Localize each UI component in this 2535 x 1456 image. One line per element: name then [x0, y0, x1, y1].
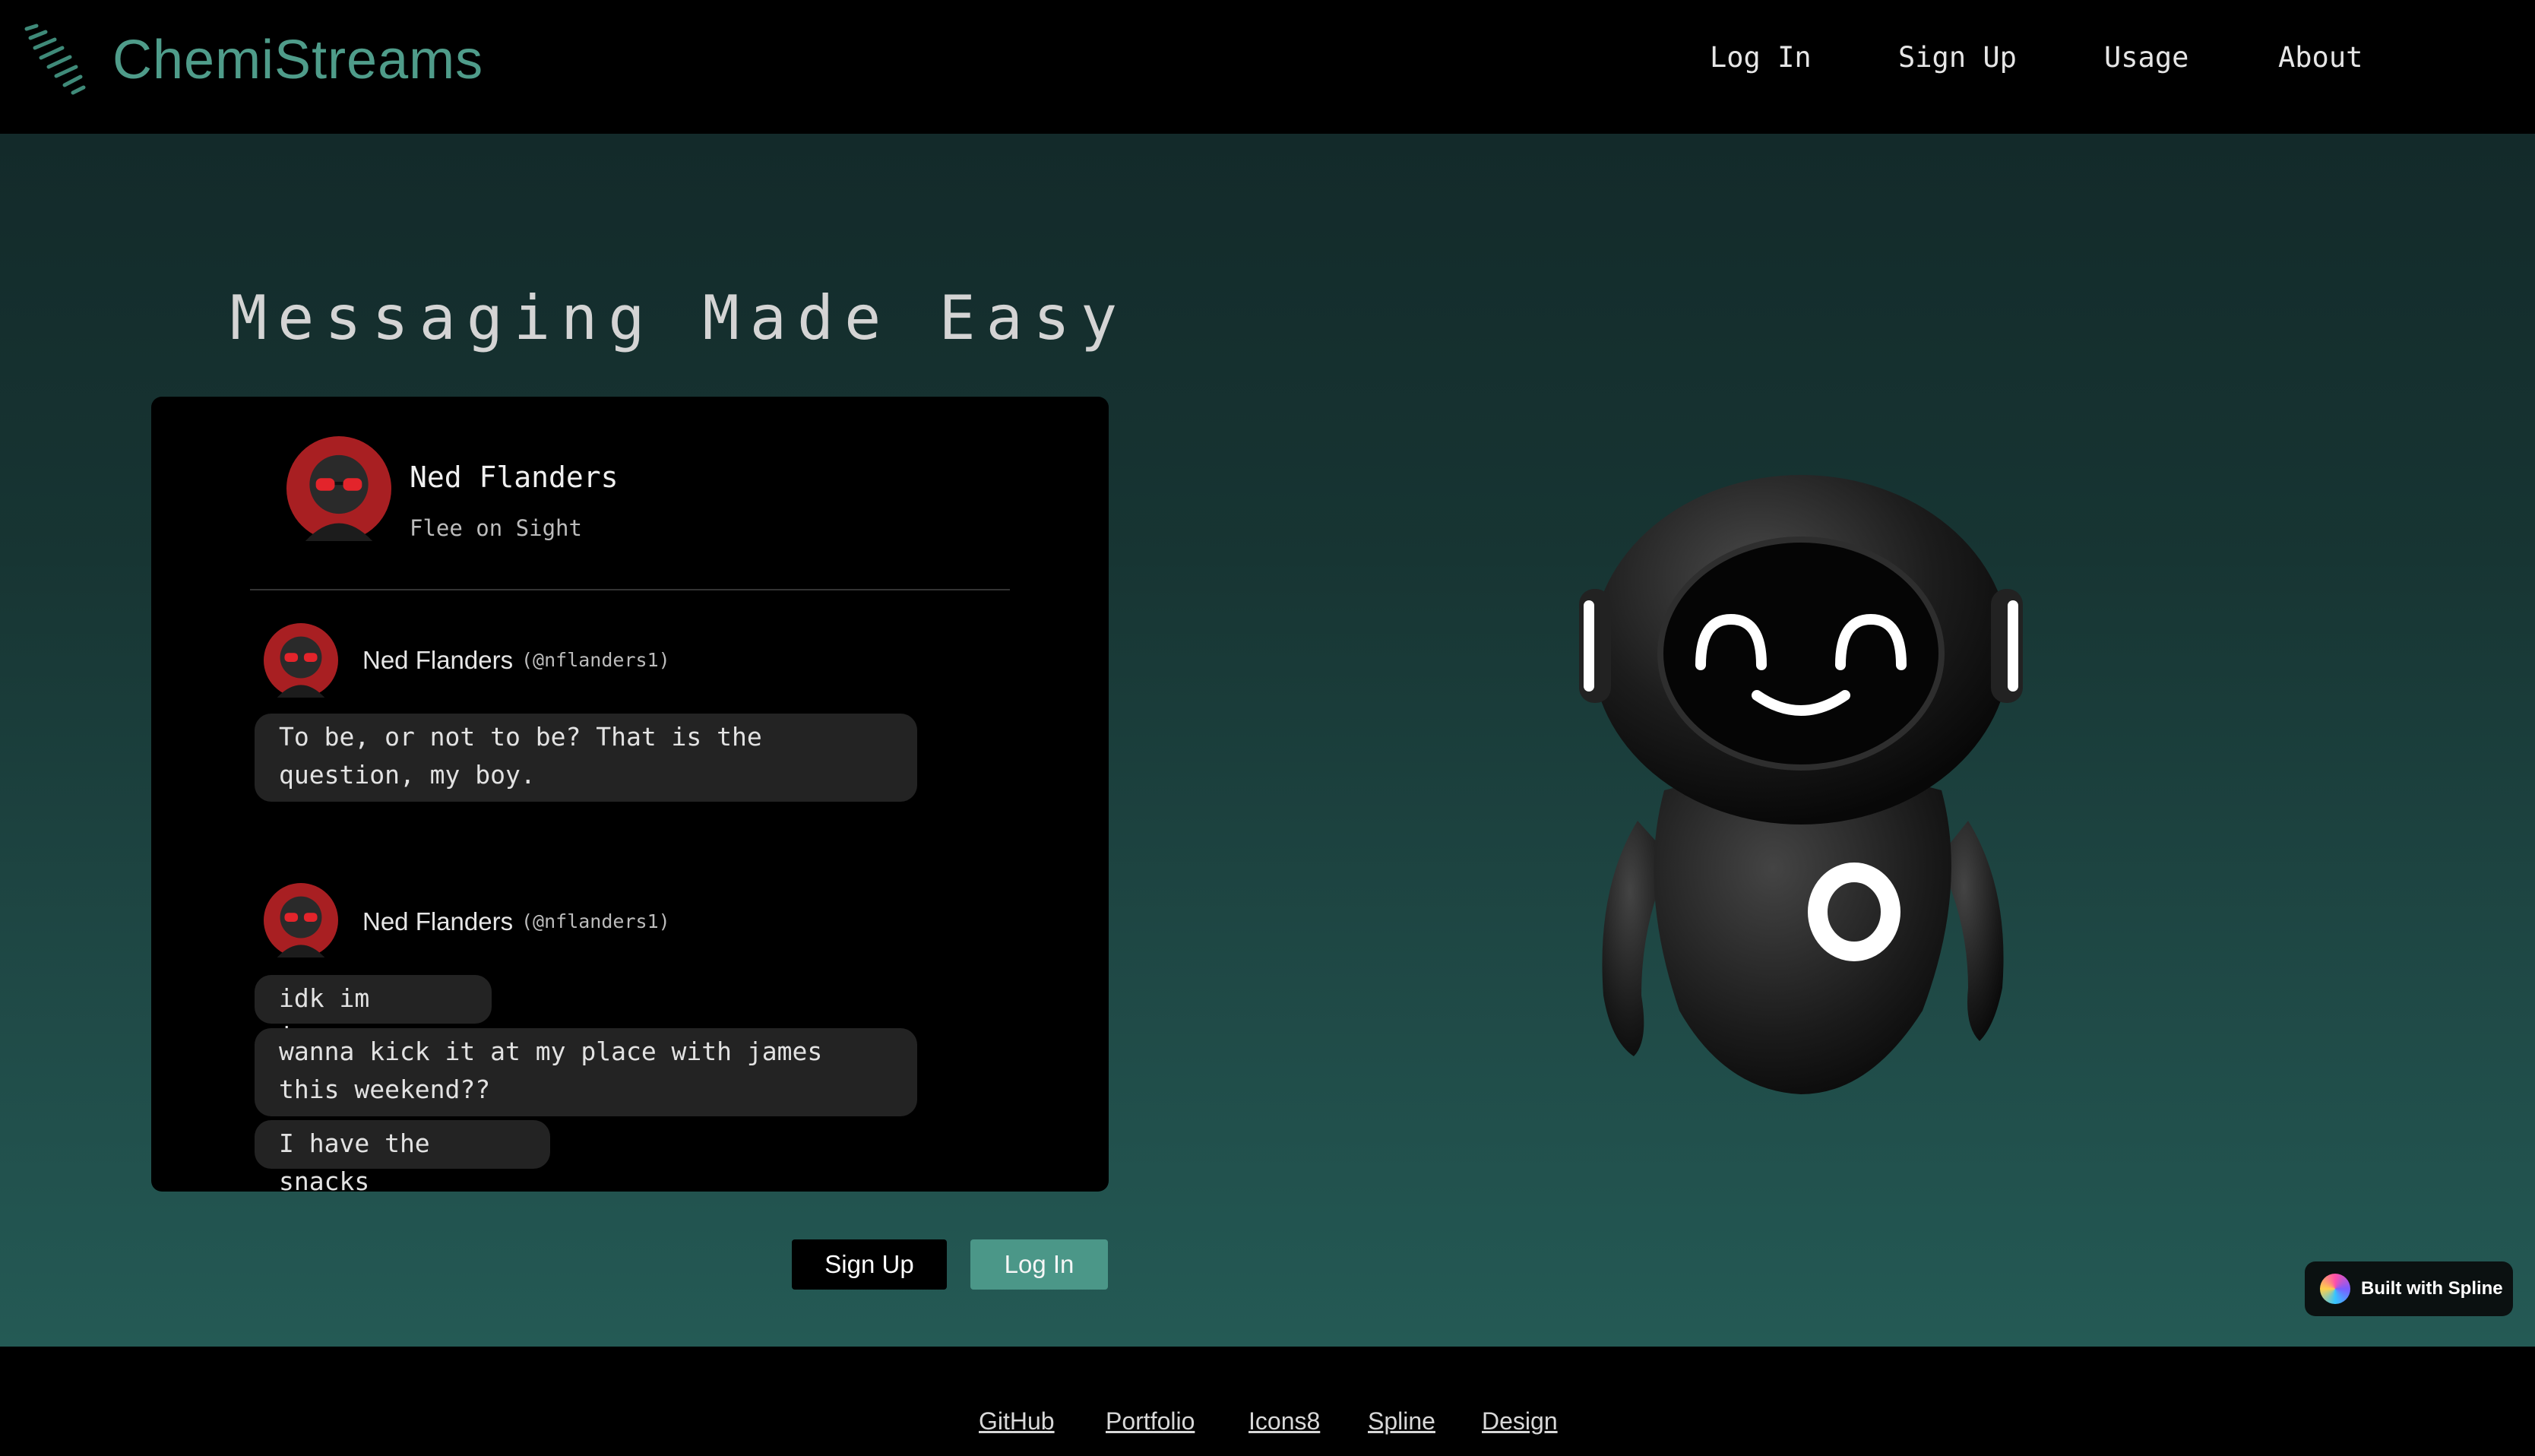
footer-link-github[interactable]: GitHub [979, 1407, 1055, 1435]
profile-name: Ned Flanders [410, 461, 619, 494]
footer-link-spline[interactable]: Spline [1368, 1407, 1435, 1435]
avatar [264, 623, 338, 698]
robot-illustration[interactable] [1565, 464, 2037, 1147]
message-bubble: idk im insane [255, 975, 492, 1051]
footer-link-portfolio[interactable]: Portfolio [1106, 1407, 1195, 1435]
badge-label: Built with Spline [2361, 1278, 2503, 1299]
footer-link-design[interactable]: Design [1482, 1407, 1558, 1435]
brand-name[interactable]: ChemiStreams [112, 29, 483, 91]
avatar [286, 436, 391, 541]
message-handle: (@nflanders1) [521, 910, 670, 932]
nav-signup[interactable]: Sign Up [1898, 41, 2017, 74]
spline-logo-icon [2320, 1274, 2350, 1304]
message-author: Ned Flanders [362, 907, 514, 935]
signup-button[interactable]: Sign Up [792, 1239, 947, 1290]
nav-about[interactable]: About [2278, 41, 2363, 74]
message-author: Ned Flanders [362, 646, 514, 674]
message-bubble: To be, or not to be? That is the questio… [255, 714, 917, 802]
chat-preview-card: Ned Flanders Flee on Sight Ned Flanders … [151, 397, 1109, 1196]
divider [250, 589, 1010, 590]
top-nav-bar: ChemiStreams Log In Sign Up Usage About [0, 0, 2535, 134]
footer [0, 1347, 2535, 1456]
built-with-spline-badge[interactable]: Built with Spline [2305, 1261, 2513, 1316]
nav-usage[interactable]: Usage [2104, 41, 2188, 74]
profile-status: Flee on Sight [410, 515, 582, 541]
message-handle: (@nflanders1) [521, 649, 670, 671]
hero-headline: Messaging Made Easy [230, 283, 1128, 353]
footer-link-icons8[interactable]: Icons8 [1249, 1407, 1320, 1435]
nav-login[interactable]: Log In [1710, 41, 1812, 74]
logo-icon [24, 24, 86, 95]
message-bubble: I have the snacks [255, 1120, 550, 1196]
message-bubble: wanna kick it at my place with james thi… [255, 1028, 917, 1116]
avatar [264, 883, 338, 957]
login-button[interactable]: Log In [970, 1239, 1108, 1290]
